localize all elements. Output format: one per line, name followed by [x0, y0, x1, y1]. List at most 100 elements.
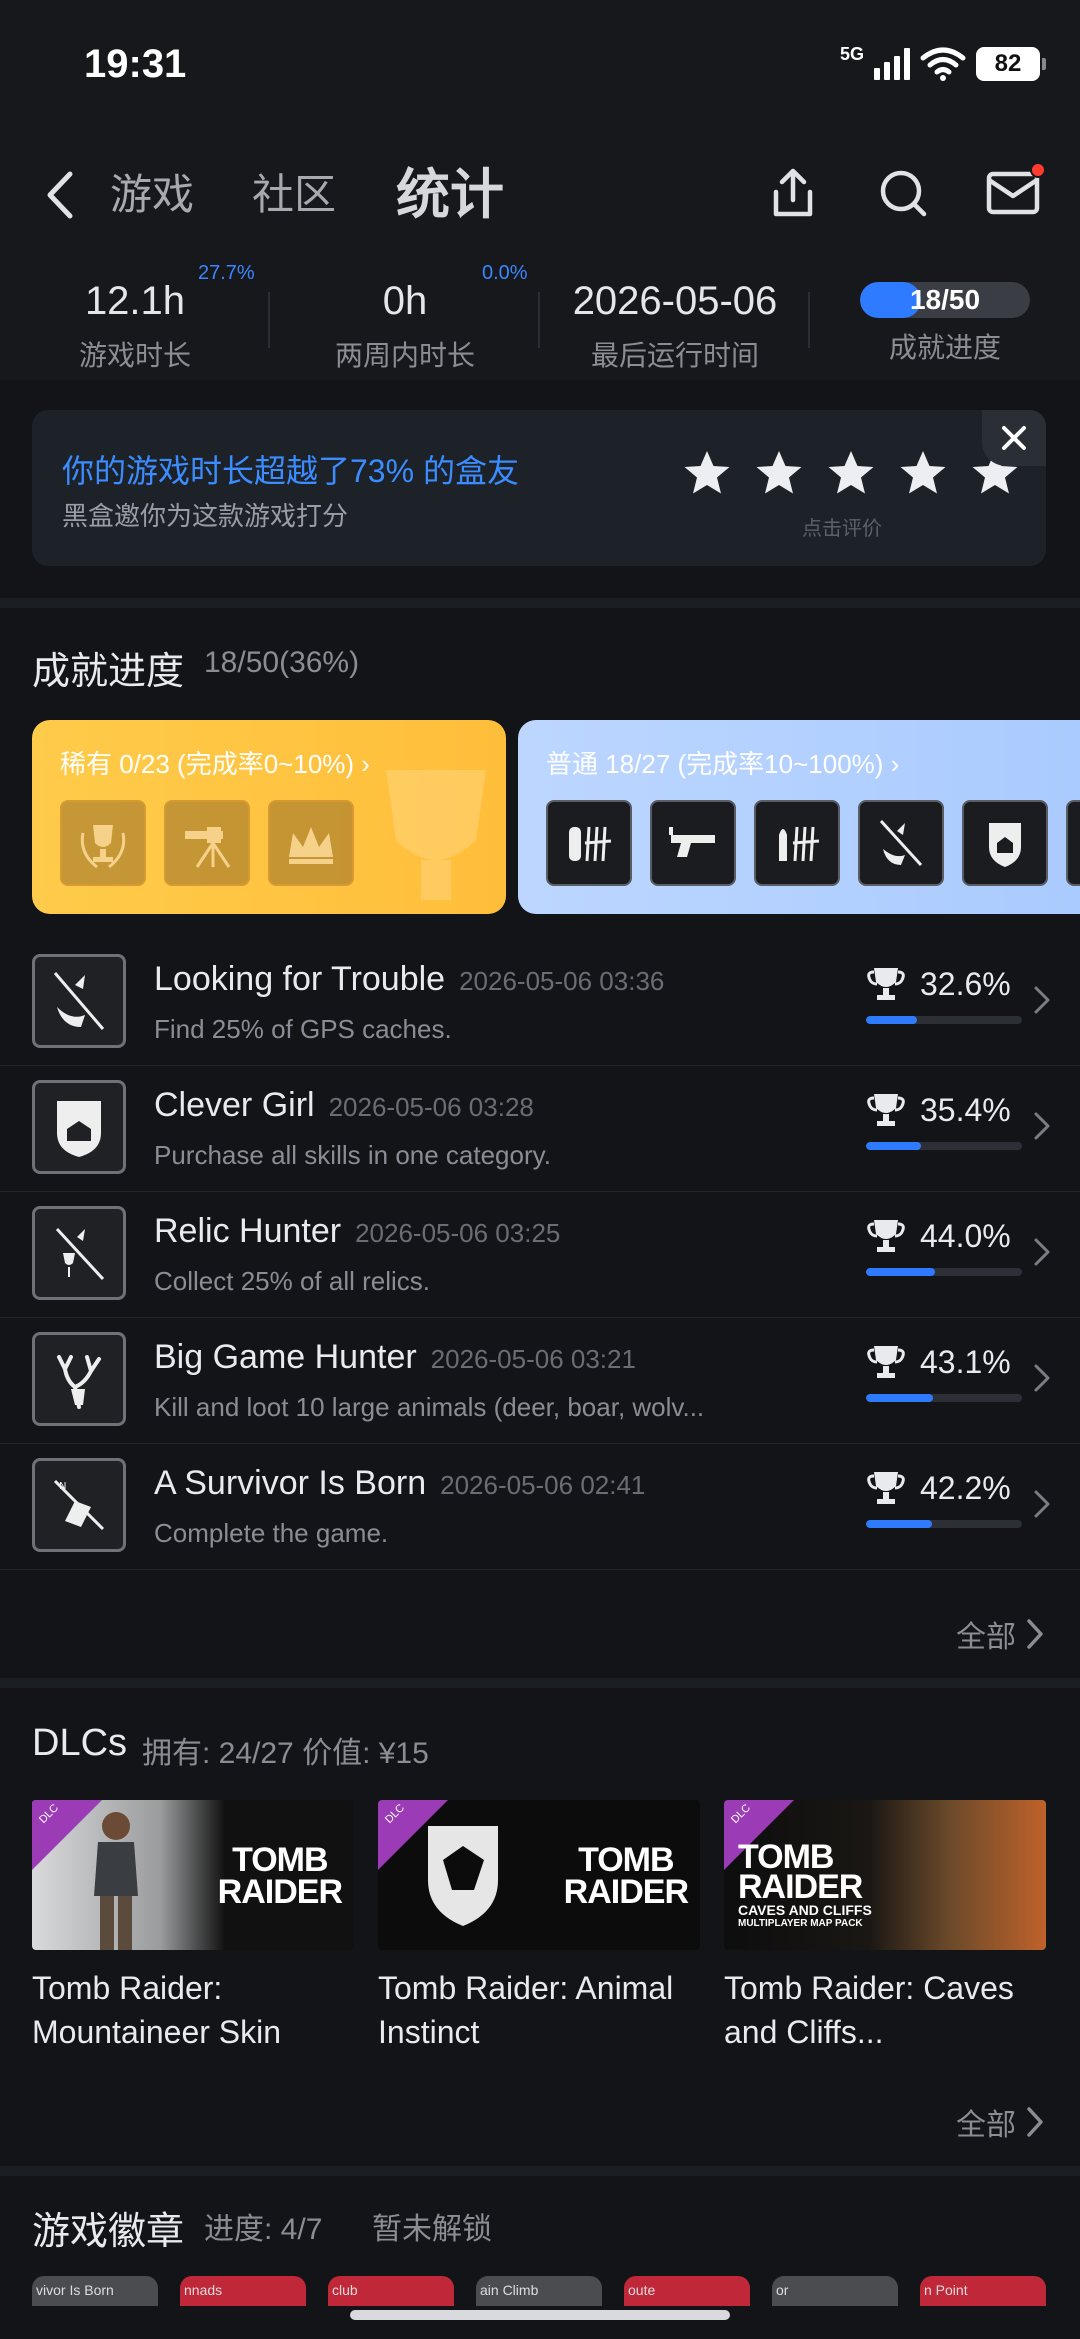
achievement-rarity-bar: [866, 1394, 1022, 1402]
crown-icon: [268, 800, 354, 886]
dlc-card[interactable]: DLC TOMB RAIDER Tomb Raider: Animal Insti…: [378, 1800, 700, 2054]
share-button[interactable]: [758, 158, 828, 228]
tab-community[interactable]: 社区: [252, 160, 336, 230]
search-icon: [880, 170, 927, 217]
trophy-icon: [867, 1346, 905, 1378]
stat-label: 最后运行时间: [590, 340, 759, 371]
achievement-desc: Kill and loot 10 large animals (deer, bo…: [154, 1392, 705, 1422]
badge-item[interactable]: club: [328, 2276, 454, 2306]
dlcs-all-link[interactable]: 全部: [956, 2100, 1044, 2144]
dlcs-title: DLCs: [32, 1722, 128, 1764]
star-icon[interactable]: [826, 448, 876, 498]
common-tier-card[interactable]: 普通 18/27 (完成率10~100%) ›: [518, 720, 1080, 914]
achievement-name: A Survivor Is Born 2026-05-06 02:41: [154, 1464, 645, 1503]
badge-strip: vivor Is Born nnads club ain Climb oute or n P…: [32, 2276, 1046, 2306]
tab-stats[interactable]: 统计: [396, 160, 504, 230]
achievement-rarity-bar: [866, 1016, 1022, 1024]
all-label: 全部: [956, 1621, 1016, 1654]
stat-value: 2026-05-06: [572, 279, 778, 323]
achievement-rarity-fill: [866, 1394, 934, 1402]
bullet-tally-icon: [754, 800, 840, 886]
achievement-name: Clever Girl 2026-05-06 03:28: [154, 1086, 534, 1125]
achievement-rarity-fill: [866, 1268, 935, 1276]
dlc-card[interactable]: DLC TOMB RAIDER Tomb Raider: Mountaineer …: [32, 1800, 354, 2054]
achievements-title: 成就进度: [32, 651, 185, 693]
achievement-desc: Find 25% of GPS caches.: [154, 1014, 452, 1044]
stat-label: 游戏时长: [78, 340, 191, 371]
chevron-right-icon: [1034, 1364, 1050, 1392]
dlc-name: Tomb Raider: Caves and Cliffs...: [724, 1970, 1014, 2050]
rare-tier-label: 稀有 0/23 (完成率0~10%) ›: [60, 749, 370, 779]
back-button[interactable]: [30, 160, 90, 230]
dlc-name: Tomb Raider: Animal Instinct: [378, 1970, 674, 2050]
achievement-row[interactable]: N A Survivor Is Born 2026-05-06 02:41 Compl…: [0, 1444, 1080, 1570]
rating-subtitle: 黑盒邀你为这款游戏打分: [62, 501, 349, 531]
achievement-progress-pill: 18/50: [860, 282, 1030, 318]
star-icon[interactable]: [682, 448, 732, 498]
svg-text:N: N: [59, 1481, 66, 1492]
dlc-thumbnail: DLC TOMB RAIDER CAVES AND CLIFFS MULTIPLA…: [724, 1800, 1046, 1950]
search-button[interactable]: [868, 158, 938, 228]
stat-delta: 27.7%: [198, 262, 255, 284]
message-button[interactable]: [978, 158, 1048, 228]
stat-delta: 0.0%: [482, 262, 528, 284]
achievement-rarity-fill: [866, 1142, 922, 1150]
chevron-right-icon: [1034, 1112, 1050, 1140]
achievement-icon: [32, 1332, 126, 1426]
achievement-row[interactable]: Clever Girl 2026-05-06 03:28 Purchase all …: [0, 1066, 1080, 1192]
all-label: 全部: [956, 2109, 1016, 2142]
star-icon[interactable]: [898, 448, 948, 498]
star-icon[interactable]: [754, 448, 804, 498]
achievement-percent: 44.0%: [920, 1218, 1011, 1254]
trophy-icon: [867, 968, 905, 1000]
chevron-right-icon: [1027, 1619, 1043, 1649]
dlc-name: Tomb Raider: Mountaineer Skin: [32, 1970, 282, 2050]
stat-two-week: 0h 两周内时长 0.0%: [270, 262, 540, 374]
home-indicator[interactable]: [350, 2310, 730, 2320]
laurel-trophy-icon: [60, 800, 146, 886]
achievement-icon: [32, 1080, 126, 1174]
tomb-raider-logo: TOMB RAIDER CAVES AND CLIFFS MULTIPLAYER …: [738, 1838, 872, 1929]
rating-hint: 点击评价: [802, 518, 882, 540]
achievement-row[interactable]: Big Game Hunter 2026-05-06 03:21 Kill and …: [0, 1318, 1080, 1444]
close-button[interactable]: [982, 410, 1046, 466]
achievements-summary: 18/50(36%): [204, 646, 360, 679]
rating-stars[interactable]: [682, 448, 1020, 498]
chevron-right-icon: [1034, 1238, 1050, 1266]
achievement-title: Relic Hunter: [154, 1212, 342, 1250]
stat-label: 两周内时长: [334, 340, 475, 371]
achievement-list: Looking for Trouble 2026-05-06 03:36 Find …: [0, 940, 1080, 1570]
signal-icon: [874, 48, 910, 80]
badge-item[interactable]: ain Climb: [476, 2276, 602, 2306]
trophy-icon: [867, 1220, 905, 1252]
badges-status: 暂未解锁: [372, 2213, 492, 2246]
achievement-date: 2026-05-06 03:36: [459, 966, 665, 996]
tab-games[interactable]: 游戏: [110, 160, 194, 230]
badge-item[interactable]: nnads: [180, 2276, 306, 2306]
trophy-icon: [867, 1472, 905, 1504]
achievement-row[interactable]: Looking for Trouble 2026-05-06 03:36 Find …: [0, 940, 1080, 1066]
achievement-desc: Purchase all skills in one category.: [154, 1140, 551, 1170]
badge-item[interactable]: vivor Is Born: [32, 2276, 158, 2306]
tomb-raider-logo: TOMB RAIDER: [563, 1841, 689, 1911]
climbing-axe-icon: [858, 800, 944, 886]
achievement-icon: N: [32, 1458, 126, 1552]
section-divider: [0, 2166, 1080, 2176]
achievement-desc: Complete the game.: [154, 1518, 389, 1548]
badge-item[interactable]: or: [772, 2276, 898, 2306]
tomb-raider-logo: TOMB RAIDER: [217, 1841, 343, 1911]
notification-dot: [1030, 162, 1046, 178]
badge-item[interactable]: n Point: [920, 2276, 1046, 2306]
rare-tier-card[interactable]: 稀有 0/23 (完成率0~10%) ›: [32, 720, 506, 914]
badge-item[interactable]: oute: [624, 2276, 750, 2306]
section-divider: [0, 1678, 1080, 1688]
achievement-row[interactable]: Relic Hunter 2026-05-06 03:25 Collect 25% …: [0, 1192, 1080, 1318]
achievement-desc: Collect 25% of all relics.: [154, 1266, 430, 1296]
pistol-icon: [650, 800, 736, 886]
stat-label: 成就进度: [888, 332, 1001, 363]
rating-title: 你的游戏时长超越了73% 的盒友: [62, 453, 519, 489]
achievement-rarity-bar: [866, 1268, 1022, 1276]
dlc-card[interactable]: DLC TOMB RAIDER CAVES AND CLIFFS MULTIPLA…: [724, 1800, 1046, 2054]
achievement-icon: [32, 954, 126, 1048]
achievements-all-link[interactable]: 全部: [956, 1612, 1044, 1656]
